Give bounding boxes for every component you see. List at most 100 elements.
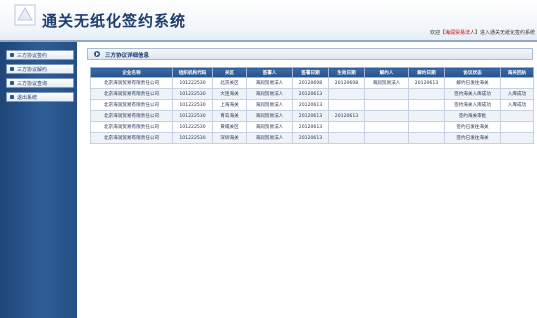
cell-cancel-date [408,121,445,133]
cell-sign-date: 20120613 [292,88,329,100]
sidebar-item-label: 三方协议签约 [17,53,48,59]
column-header: 生效日期 [328,67,365,78]
cell-customs: 北京关区 [212,77,247,89]
cell-company: 北京海润贸易有限责任公司 [90,121,173,133]
cell-status: 解约已发往海关 [444,77,501,89]
cell-signer: 海润贸易法人 [246,121,293,133]
column-header: 海关回执 [500,67,534,78]
cell-sign-date: 20120613 [292,99,329,111]
column-header: 解约人 [364,67,409,78]
app-title: 通关无纸化签约系统 [42,12,187,30]
app-header: 通关无纸化签约系统 欢迎【海润贸易法人】进入通关无纸化签约系统 [0,0,537,42]
cell-signer: 海润贸易法人 [246,99,293,111]
cell-receipt: 入库成功 [500,99,534,111]
cell-company: 北京海润贸易有限责任公司 [90,132,173,144]
cell-cancel-date [408,99,445,111]
bullet-icon [10,95,14,99]
cell-status: 签约海关入库成功 [444,99,501,111]
cell-company: 北京海润贸易有限责任公司 [90,88,173,100]
cell-sign-date: 20120613 [292,110,329,122]
cell-customs: 上海海关 [212,99,247,111]
cell-signer: 海润贸易法人 [246,88,293,100]
cell-org-code: 101222530 [172,99,213,111]
cell-company: 北京海润贸易有限责任公司 [90,77,173,89]
cell-canceller [364,99,409,111]
cell-org-code: 101222530 [172,88,213,100]
cell-org-code: 101222530 [172,121,213,133]
cell-sign-date: 20120613 [292,121,329,133]
table-row[interactable]: 北京海润贸易有限责任公司 101222530 黄埔关区 海润贸易法人 20120… [90,121,534,133]
cell-signer: 海润贸易法人 [246,77,293,89]
cell-cancel-date [408,88,445,100]
column-header: 签署人 [246,67,293,78]
arrow-circle-icon [94,51,100,57]
cell-canceller: 海润贸易法人 [364,77,409,89]
cell-status: 签约已发往海关 [444,132,501,144]
main-content: 三方协议详细信息 企业名称 组织机构代码 关区 签署人 签署日期 生效日期 解约… [77,42,537,318]
cell-cancel-date [408,132,445,144]
cell-effective-date [328,121,365,133]
cell-receipt: 入库成功 [500,88,534,100]
cell-canceller [364,121,409,133]
cell-sign-date: 20120613 [292,132,329,144]
cell-company: 北京海润贸易有限责任公司 [90,99,173,111]
cell-canceller [364,88,409,100]
cell-sign-date: 20120608 [292,77,329,89]
logo-icon [14,4,36,26]
cell-customs: 黄埔关区 [212,121,247,133]
cell-effective-date [328,132,365,144]
column-header: 协议状态 [444,67,501,78]
cell-canceller [364,110,409,122]
cell-customs: 大连海关 [212,88,247,100]
table-row[interactable]: 北京海润贸易有限责任公司 101222530 青岛海关 海润贸易法人 20120… [90,110,534,122]
sidebar: 三方协议签约 三方协议解约 三方协议查询 退出系统 [0,42,77,318]
cell-receipt [500,121,534,133]
table-row[interactable]: 北京海润贸易有限责任公司 101222530 大连海关 海润贸易法人 20120… [90,88,534,100]
table-header-row: 企业名称 组织机构代码 关区 签署人 签署日期 生效日期 解约人 解约日期 协议… [90,67,534,78]
sidebar-item-logout[interactable]: 退出系统 [6,92,74,102]
cell-cancel-date: 20120613 [408,77,445,89]
cell-effective-date: 20120608 [328,77,365,89]
bullet-icon [10,53,14,57]
cell-customs: 深圳海关 [212,132,247,144]
cell-status: 签约海关入库成功 [444,88,501,100]
cell-status: 签约已发往海关 [444,121,501,133]
sidebar-item-cancel[interactable]: 三方协议解约 [6,64,74,74]
column-header: 企业名称 [90,67,173,78]
table-row[interactable]: 北京海润贸易有限责任公司 101222530 深圳海关 海润贸易法人 20120… [90,132,534,144]
sidebar-item-label: 三方协议解约 [17,67,48,73]
sidebar-item-label: 三方协议查询 [17,81,48,87]
column-header: 解约日期 [408,67,445,78]
sidebar-item-query[interactable]: 三方协议查询 [6,78,74,88]
bullet-icon [10,81,14,85]
cell-signer: 海润贸易法人 [246,110,293,122]
sidebar-item-sign[interactable]: 三方协议签约 [6,50,74,60]
column-header: 组织机构代码 [172,67,213,78]
cell-effective-date [328,88,365,100]
welcome-text: 欢迎【海润贸易法人】进入通关无纸化签约系统 [429,30,535,36]
column-header: 签署日期 [292,67,329,78]
bullet-icon [10,67,14,71]
cell-canceller [364,132,409,144]
cell-company: 北京海润贸易有限责任公司 [90,110,173,122]
cell-org-code: 101222530 [172,77,213,89]
cell-receipt [500,110,534,122]
cell-effective-date [328,99,365,111]
cell-receipt [500,132,534,144]
table-row[interactable]: 北京海润贸易有限责任公司 101222530 北京关区 海润贸易法人 20120… [90,77,534,89]
cell-status: 签约海关审批 [444,110,501,122]
cell-cancel-date [408,110,445,122]
cell-org-code: 101222530 [172,132,213,144]
cell-org-code: 101222530 [172,110,213,122]
user-name: 海润贸易法人 [444,30,475,36]
table-row[interactable]: 北京海润贸易有限责任公司 101222530 上海海关 海润贸易法人 20120… [90,99,534,111]
agreement-table: 企业名称 组织机构代码 关区 签署人 签署日期 生效日期 解约人 解约日期 协议… [90,67,534,144]
column-header: 关区 [212,67,247,78]
cell-effective-date: 20120613 [328,110,365,122]
sidebar-item-label: 退出系统 [17,95,38,101]
cell-signer: 海润贸易法人 [246,132,293,144]
panel-header: 三方协议详细信息 [87,48,533,60]
panel-title: 三方协议详细信息 [105,53,150,59]
cell-customs: 青岛海关 [212,110,247,122]
cell-receipt [500,77,534,89]
